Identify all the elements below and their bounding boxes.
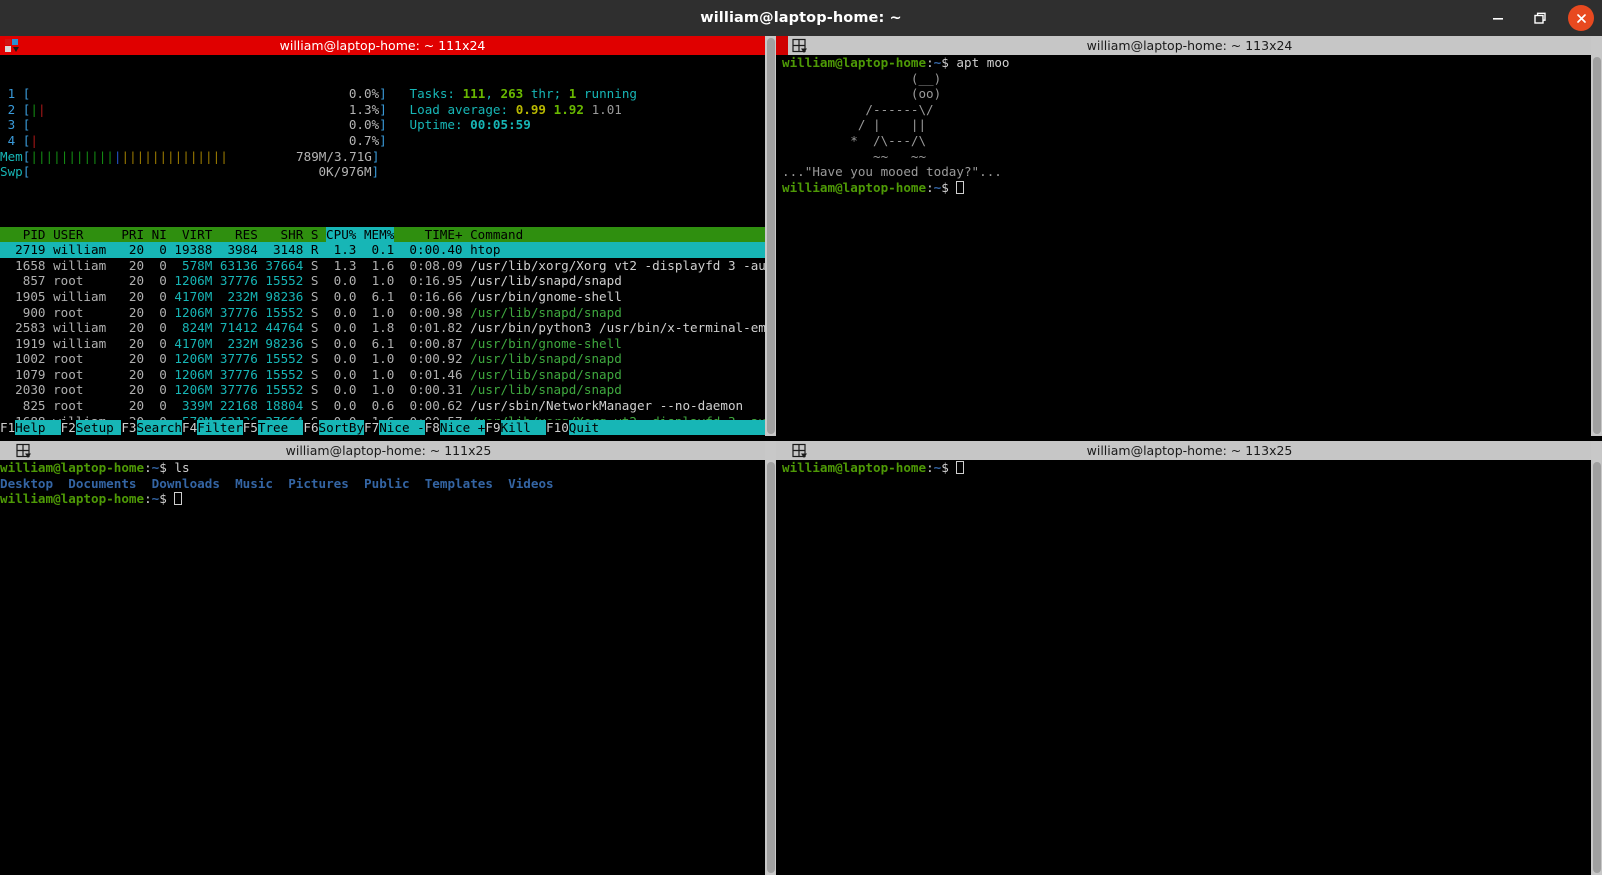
terminal-window: william@laptop-home: ~ william@laptop-ho…: [0, 0, 1602, 875]
fkey-f1[interactable]: F1: [0, 420, 15, 435]
scrollbar-thumb[interactable]: [766, 462, 775, 873]
list-item[interactable]: Videos: [508, 476, 554, 491]
text-cursor: [956, 180, 965, 194]
scrollbar-thumb[interactable]: [766, 38, 775, 434]
fkey-label-f1[interactable]: Help: [15, 420, 61, 436]
fkey-f6[interactable]: F6: [303, 420, 318, 435]
split-layout-icon[interactable]: [788, 36, 814, 55]
text-cursor: [174, 492, 183, 506]
fkey-label-f7[interactable]: Nice -: [379, 420, 425, 436]
fkey-f10[interactable]: F10: [546, 420, 569, 435]
pane-bottom-right-titlebar[interactable]: william@laptop-home: ~ 113x25: [776, 441, 1591, 460]
fkey-f8[interactable]: F8: [425, 420, 440, 435]
fkey-label-f3[interactable]: Search: [136, 420, 183, 436]
pane-bottom-left-titlebar[interactable]: william@laptop-home: ~ 111x25: [0, 441, 765, 460]
fkey-f3[interactable]: F3: [121, 420, 136, 435]
htop-process-table[interactable]: PID USER PRI NI VIRT RES SHR S CPU% MEM%…: [0, 226, 765, 436]
fkey-label-f6[interactable]: SortBy: [318, 420, 365, 436]
list-item[interactable]: Templates: [425, 476, 493, 491]
pane-top-left-titlebar[interactable]: william@laptop-home: ~ 111x24: [0, 36, 765, 55]
pane-bottom-left-title: william@laptop-home: ~ 111x25: [285, 443, 492, 458]
scrollbar-thumb[interactable]: [1592, 57, 1601, 434]
table-row[interactable]: 900 root 20 0 1206M 37776 15552 S 0.0 1.…: [0, 305, 765, 321]
pane-top-left-title: william@laptop-home: ~ 111x24: [279, 38, 486, 53]
apt-moo-terminal[interactable]: william@laptop-home:~$ apt moo (__) (oo)…: [776, 55, 1591, 436]
sort-column-header: CPU% MEM%: [326, 226, 395, 242]
terminal-pane-grid: william@laptop-home: ~ 111x24 1 [ 0.0%] …: [0, 36, 1602, 875]
fkey-f4[interactable]: F4: [182, 420, 197, 435]
pane-top-left[interactable]: william@laptop-home: ~ 111x24 1 [ 0.0%] …: [0, 36, 765, 436]
window-title: william@laptop-home: ~: [700, 10, 902, 26]
pane-top-right-title: william@laptop-home: ~ 113x24: [1086, 38, 1293, 53]
pane-active-indicator: [776, 441, 788, 460]
table-row[interactable]: 1079 root 20 0 1206M 37776 15552 S 0.0 1…: [0, 367, 765, 383]
table-row[interactable]: 1919 william 20 0 4170M 232M 98236 S 0.0…: [0, 336, 765, 352]
list-item[interactable]: Public: [364, 476, 410, 491]
fkey-label-f8[interactable]: Nice +: [439, 420, 486, 436]
table-row[interactable]: 1658 william 20 0 578M 63136 37664 S 1.3…: [0, 258, 765, 274]
fkey-f9[interactable]: F9: [485, 420, 500, 435]
table-row[interactable]: 2030 root 20 0 1206M 37776 15552 S 0.0 1…: [0, 382, 765, 398]
fkey-f7[interactable]: F7: [364, 420, 379, 435]
pane-bottom-right[interactable]: william@laptop-home: ~ 113x25 william@la…: [776, 441, 1591, 875]
scrollbar-bottom-left[interactable]: [765, 441, 776, 875]
table-row[interactable]: 2583 william 20 0 824M 71412 44764 S 0.0…: [0, 320, 765, 336]
htop-meters: 1 [ 0.0%] Tasks: 111, 263 thr; 1 running…: [0, 86, 638, 180]
pane-bottom-left[interactable]: william@laptop-home: ~ 111x25 william@la…: [0, 441, 765, 875]
ls-terminal[interactable]: william@laptop-home:~$ ls Desktop Docume…: [0, 460, 765, 875]
fkey-label-f5[interactable]: Tree: [257, 420, 304, 436]
htop-terminal[interactable]: 1 [ 0.0%] Tasks: 111, 263 thr; 1 running…: [0, 55, 765, 436]
scrollbar-thumb[interactable]: [1592, 462, 1601, 873]
close-button[interactable]: [1568, 5, 1594, 31]
empty-terminal[interactable]: william@laptop-home:~$: [776, 460, 1591, 875]
fkey-label-f4[interactable]: Filter: [197, 420, 243, 436]
split-layout-icon[interactable]: [788, 441, 814, 460]
window-controls: [1484, 0, 1594, 36]
list-item[interactable]: Desktop: [0, 476, 53, 491]
scrollbar-top-left[interactable]: [765, 36, 776, 436]
scrollbar-bottom-right[interactable]: [1591, 441, 1602, 875]
split-layout-icon[interactable]: [0, 36, 26, 55]
fkey-label-f2[interactable]: Setup: [75, 420, 122, 436]
table-row[interactable]: 825 root 20 0 339M 22168 18804 S 0.0 0.6…: [0, 398, 765, 414]
maximize-button[interactable]: [1526, 4, 1554, 32]
list-item[interactable]: Music: [235, 476, 273, 491]
fkey-label-f10[interactable]: Quit: [568, 420, 615, 436]
minimize-button[interactable]: [1484, 4, 1512, 32]
split-layout-icon[interactable]: [12, 441, 38, 460]
table-header[interactable]: PID USER PRI NI VIRT RES SHR S CPU% MEM%…: [0, 226, 765, 243]
pane-bottom-right-title: william@laptop-home: ~ 113x25: [1086, 443, 1293, 458]
pane-active-indicator: [776, 36, 788, 55]
table-row[interactable]: 857 root 20 0 1206M 37776 15552 S 0.0 1.…: [0, 273, 765, 289]
list-item[interactable]: Downloads: [152, 476, 220, 491]
fkey-label-f9[interactable]: Kill: [500, 420, 547, 436]
table-row[interactable]: 1002 root 20 0 1206M 37776 15552 S 0.0 1…: [0, 351, 765, 367]
table-row[interactable]: 2719 william 20 0 19388 3984 3148 R 1.3 …: [0, 242, 765, 258]
pane-top-right-titlebar[interactable]: william@laptop-home: ~ 113x24: [776, 36, 1591, 55]
pane-active-indicator: [0, 441, 12, 460]
htop-function-key-bar[interactable]: F1Help F2Setup F3SearchF4FilterF5Tree F6…: [0, 420, 765, 436]
fkey-f2[interactable]: F2: [61, 420, 76, 435]
list-item[interactable]: Pictures: [288, 476, 349, 491]
text-cursor: [956, 461, 965, 474]
fkey-f5[interactable]: F5: [243, 420, 258, 435]
pane-top-right[interactable]: william@laptop-home: ~ 113x24 william@la…: [776, 36, 1591, 436]
scrollbar-top-right[interactable]: [1591, 36, 1602, 436]
list-item[interactable]: Documents: [68, 476, 136, 491]
window-titlebar: william@laptop-home: ~: [0, 0, 1602, 36]
table-row[interactable]: 1905 william 20 0 4170M 232M 98236 S 0.0…: [0, 289, 765, 305]
